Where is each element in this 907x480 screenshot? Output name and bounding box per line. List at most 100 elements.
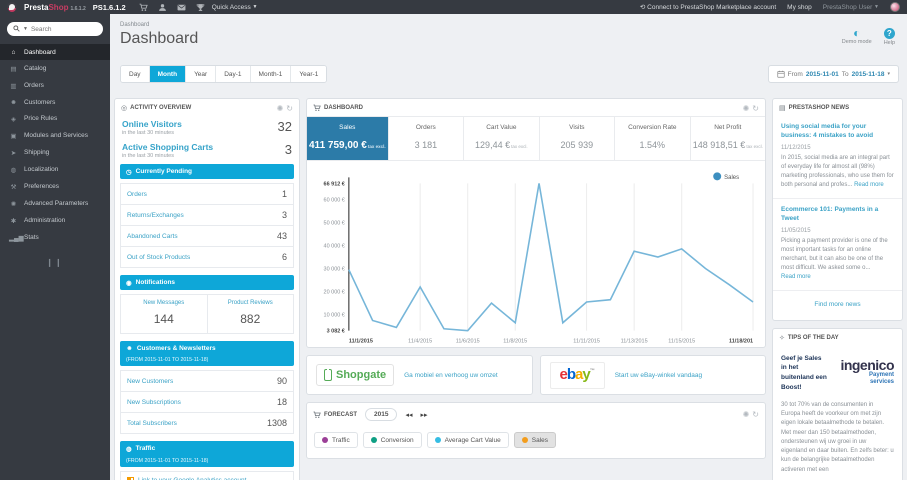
pending-row-out-of-stock[interactable]: Out of Stock Products 6 [121,246,293,267]
sidebar-menu: ⌂ Dashboard ▤ Catalog ▥ Orders ☻ Customers ◈… [0,44,110,246]
find-more-news-link[interactable]: Find more news [773,289,902,320]
pending-row-orders[interactable]: Orders 1 [121,184,293,204]
google-analytics-link[interactable]: Link to your Google Analytics account [120,471,294,480]
forecast-year-pill[interactable]: 2015 [365,408,398,421]
sidebar-item-label: Localization [24,166,59,173]
sidebar-collapse-button[interactable]: ❙❙ [0,258,110,267]
news-article-title[interactable]: Using social media for your business: 4 … [781,122,894,141]
users-icon: ☻ [10,98,17,106]
ebay-banner[interactable]: ebay™ Start uw eBay-winkel vandaag [539,355,766,395]
news-article-title[interactable]: Ecommerce 101: Payments in a Tweet [781,205,894,224]
svg-text:11/13/2015: 11/13/2015 [621,339,648,345]
sidebar-search[interactable]: ▼ [7,22,103,36]
shopgate-link[interactable]: Ga mobiel en verhoog uw omzet [404,372,498,379]
ebay-link[interactable]: Start uw eBay-winkel vandaag [615,372,702,379]
tab-year-minus-1[interactable]: Year-1 [291,66,327,82]
new-messages-cell[interactable]: New Messages 144 [121,295,207,333]
product-reviews-cell[interactable]: Product Reviews 882 [206,295,294,333]
shopgate-banner[interactable]: Shopgate Ga mobiel en verhoog uw omzet [306,355,533,395]
cart-icon[interactable] [139,3,148,12]
quick-access-menu[interactable]: Quick Access ▼ [212,4,258,11]
svg-text:Sales: Sales [724,175,739,181]
page-title: Dashboard [120,30,199,47]
panel-refresh-icon[interactable]: ↻ [286,104,293,112]
sidebar-item-administration[interactable]: ✱ Administration [0,212,110,229]
legend-traffic[interactable]: Traffic [314,432,358,448]
forecast-legend: Traffic Conversion Average Cart Value Sa… [307,425,765,458]
sidebar-item-shipping[interactable]: ➤ Shipping [0,144,110,161]
panel-refresh-icon[interactable]: ↻ [752,411,759,419]
new-subscriptions-row[interactable]: New Subscriptions 18 [121,391,293,412]
clock-icon: ◷ [126,168,132,176]
sidebar-item-advanced-parameters[interactable]: ✺ Advanced Parameters [0,195,110,212]
prestashop-logo[interactable] [7,2,17,12]
pending-list: Orders 1 Returns/Exchanges 3 Abandoned Car… [120,183,294,268]
read-more-link[interactable]: Read more [781,274,811,280]
kpi-orders[interactable]: Orders 3 181 [389,117,465,160]
tab-month-minus-1[interactable]: Month-1 [250,66,292,82]
tab-year[interactable]: Year [186,66,217,82]
tab-day-minus-1[interactable]: Day-1 [216,66,251,82]
search-input[interactable] [30,25,97,33]
brand-name[interactable]: PrestaShop 1.6.1.2 [24,3,86,12]
user-avatar[interactable] [890,2,900,12]
pending-row-returns[interactable]: Returns/Exchanges 3 [121,204,293,225]
kpi-sales[interactable]: Sales 411 759,00 €tax excl. [307,117,389,160]
panel-refresh-icon[interactable]: ↻ [752,104,759,112]
kpi-conversion-rate[interactable]: Conversion Rate 1.54% [615,117,691,160]
to-date: 2015-11-18 [851,70,885,78]
sidebar-item-orders[interactable]: ▥ Orders [0,77,110,94]
active-carts-value: 3 [284,142,292,157]
person-icon[interactable] [158,3,167,12]
bar-chart-icon: ▂▄▆ [9,234,24,242]
panel-title: PRESTASHOP NEWS [788,105,850,111]
active-carts-subtitle: in the last 30 minutes [122,153,174,159]
date-range-picker[interactable]: From 2015-11-01 To 2015-11-18 ▾ [767,65,899,83]
currently-pending-header: ◷ Currently Pending [120,164,294,179]
sidebar-item-catalog[interactable]: ▤ Catalog [0,60,110,77]
panel-settings-icon[interactable]: ✺ [743,411,750,419]
demo-mode-toggle[interactable]: ◐ Demo mode [842,27,872,48]
sidebar-item-localization[interactable]: ◍ Localization [0,161,110,178]
trophy-icon[interactable] [196,3,205,12]
kpi-net-profit[interactable]: Net Profit 148 918,51 €tax excl. [691,117,765,160]
sidebar-item-stats[interactable]: ▂▄▆ Stats [0,229,110,246]
new-customers-row[interactable]: New Customers 90 [121,371,293,391]
brand-shop: Shop [48,2,69,12]
envelope-icon[interactable] [177,3,186,12]
sidebar-item-price-rules[interactable]: ◈ Price Rules [0,110,110,127]
tab-day[interactable]: Day [121,66,150,82]
next-year-button[interactable]: ▸▸ [421,411,428,419]
kpi-visits[interactable]: Visits 205 939 [540,117,616,160]
help-button[interactable]: ? Help [884,28,895,48]
panel-settings-icon[interactable]: ✺ [277,104,284,112]
tab-month[interactable]: Month [149,66,187,82]
marketplace-link[interactable]: ⟲ Connect to PrestaShop Marketplace acco… [640,3,776,11]
read-more-link[interactable]: Read more [854,182,884,188]
active-carts-link[interactable]: Active Shopping Carts [122,142,292,152]
kpi-cart-value[interactable]: Cart Value 129,44 €tax excl. [464,117,540,160]
user-menu[interactable]: PrestaShop User ▼ [823,4,879,11]
ingenico-logo[interactable]: ingenico Payment services [833,354,894,386]
breadcrumb[interactable]: Dashboard [120,22,198,28]
sidebar-item-modules[interactable]: ▣ Modules and Services [0,127,110,144]
cart-icon [313,411,321,419]
legend-average-cart-value[interactable]: Average Cart Value [426,432,509,448]
legend-sales[interactable]: Sales [513,432,556,448]
pending-row-abandoned-carts[interactable]: Abandoned Carts 43 [121,225,293,246]
svg-text:3 082 €: 3 082 € [327,329,345,335]
customers-date-range: (FROM 2015-11-01 TO 2015-11-18) [126,356,209,363]
total-subscribers-row[interactable]: Total Subscribers 1308 [121,412,293,433]
sales-line-chart[interactable]: 11/1/2015 11/4/2015 11/6/2015 11/8/2015 11/1… [307,161,765,347]
online-visitors-link[interactable]: Online Visitors [122,119,292,129]
my-shop-link[interactable]: My shop [787,4,812,11]
previous-year-button[interactable]: ◂◂ [405,411,412,419]
chevron-down-icon[interactable]: ▼ [23,26,28,32]
sidebar-item-preferences[interactable]: ⚒ Preferences [0,178,110,195]
sidebar-item-dashboard[interactable]: ⌂ Dashboard [0,44,110,60]
svg-text:20 000 €: 20 000 € [324,290,345,296]
sidebar-item-customers[interactable]: ☻ Customers [0,94,110,110]
panel-settings-icon[interactable]: ✺ [743,104,750,112]
panel-title: DASHBOARD [324,105,363,111]
legend-conversion[interactable]: Conversion [362,432,422,448]
